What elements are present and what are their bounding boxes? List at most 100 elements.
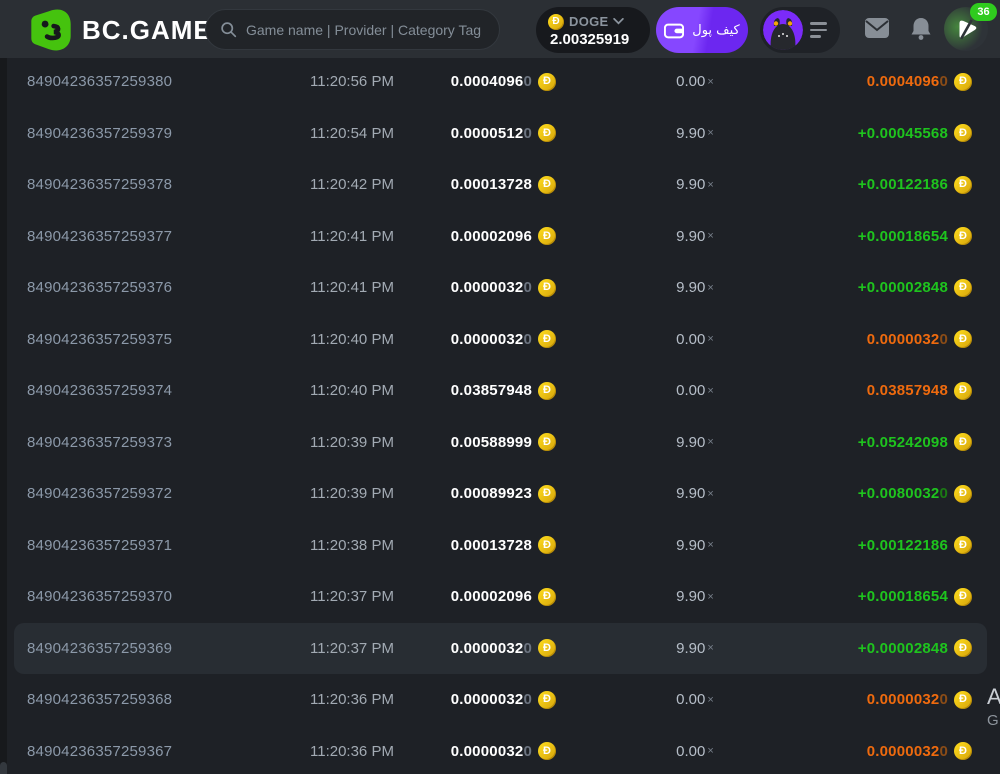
doge-coin-icon: Đ [538, 485, 556, 503]
table-row[interactable]: 84904236357259368 11:20:36 PM 0.00000320… [7, 674, 1000, 726]
wallet-button-label: كيف پول [692, 23, 739, 38]
doge-coin-icon: Đ [954, 124, 972, 142]
doge-coin-icon: Đ [538, 691, 556, 709]
doge-coin-icon: Đ [954, 588, 972, 606]
bet-payout: +0.00002848 Đ [707, 262, 972, 314]
bet-payout: 0.00000320 Đ [707, 314, 972, 366]
bet-payout: +0.00002848 Đ [707, 623, 972, 675]
bet-payout: +0.00045568 Đ [707, 108, 972, 160]
doge-coin-icon: Đ [954, 485, 972, 503]
doge-coin-icon: Đ [538, 382, 556, 400]
bet-amount: 0.00089923 Đ [347, 468, 556, 520]
bet-amount: 0.00000320 Đ [347, 674, 556, 726]
menu-icon [810, 22, 827, 38]
mail-icon[interactable] [864, 17, 890, 39]
chat-count-badge: 36 [970, 3, 997, 21]
search-placeholder: Game name | Provider | Category Tag [246, 22, 481, 38]
bet-amount: 0.00005120 Đ [347, 108, 556, 160]
doge-coin-icon: Đ [538, 433, 556, 451]
currency-code: DOGE [569, 14, 608, 29]
table-row[interactable]: 84904236357259380 11:20:56 PM 0.00040960… [7, 56, 1000, 108]
bet-id: 84904236357259378 [27, 159, 297, 211]
bet-amount: 0.00000320 Đ [347, 314, 556, 366]
doge-coin-icon: Đ [538, 124, 556, 142]
bet-id: 84904236357259370 [27, 571, 297, 623]
doge-coin-icon: Đ [538, 227, 556, 245]
table-row[interactable]: 84904236357259379 11:20:54 PM 0.00005120… [7, 108, 1000, 160]
bet-payout: 0.00040960 Đ [707, 56, 972, 108]
user-menu[interactable] [760, 7, 840, 53]
bet-id: 84904236357259374 [27, 365, 297, 417]
doge-coin-icon: Đ [538, 176, 556, 194]
table-row[interactable]: 84904236357259374 11:20:40 PM 0.03857948… [7, 365, 1000, 417]
wallet-button[interactable]: كيف پول [656, 7, 748, 53]
bet-payout: 0.00000320 Đ [707, 674, 972, 726]
bell-icon[interactable] [910, 17, 932, 41]
bcgame-logo-icon [30, 9, 72, 51]
doge-coin-icon: Đ [538, 742, 556, 760]
bet-payout: +0.00018654 Đ [707, 211, 972, 263]
bet-amount: 0.00588999 Đ [347, 417, 556, 469]
doge-coin-icon: Đ [954, 536, 972, 554]
table-row[interactable]: 84904236357259378 11:20:42 PM 0.00013728… [7, 159, 1000, 211]
doge-coin-icon: Đ [538, 330, 556, 348]
doge-coin-icon: Đ [954, 176, 972, 194]
bet-id: 84904236357259371 [27, 520, 297, 572]
clipped-overlay-text-2: G [987, 712, 999, 729]
table-row[interactable]: 84904236357259376 11:20:41 PM 0.00000320… [7, 262, 1000, 314]
doge-coin-icon: Đ [954, 433, 972, 451]
bet-payout: +0.00122186 Đ [707, 159, 972, 211]
table-row[interactable]: 84904236357259375 11:20:40 PM 0.00000320… [7, 314, 1000, 366]
search-icon [220, 21, 237, 38]
chat-button[interactable]: 36 [944, 7, 988, 51]
bet-id: 84904236357259367 [27, 726, 297, 774]
doge-coin-icon: Đ [954, 742, 972, 760]
bet-id: 84904236357259375 [27, 314, 297, 366]
wallet-icon [664, 22, 684, 39]
bet-payout: 0.03857948 Đ [707, 365, 972, 417]
bet-id: 84904236357259379 [27, 108, 297, 160]
bet-id: 84904236357259372 [27, 468, 297, 520]
table-row[interactable]: 84904236357259367 11:20:36 PM 0.00000320… [7, 726, 1000, 774]
bet-id: 84904236357259380 [27, 56, 297, 108]
bet-payout: 0.00000320 Đ [707, 726, 972, 774]
table-row[interactable]: 84904236357259371 11:20:38 PM 0.00013728… [7, 520, 1000, 572]
currency-selector[interactable]: Đ DOGE 2.00325919 [536, 7, 650, 53]
search-input[interactable]: Game name | Provider | Category Tag [205, 9, 500, 50]
currency-balance: 2.00325919 [548, 31, 640, 48]
doge-coin-icon: Đ [954, 691, 972, 709]
sidebar-edge [0, 58, 7, 774]
doge-coin-icon: Đ [548, 14, 564, 30]
doge-coin-icon: Đ [538, 279, 556, 297]
doge-coin-icon: Đ [954, 639, 972, 657]
avatar[interactable] [763, 10, 803, 50]
doge-coin-icon: Đ [538, 73, 556, 91]
bet-amount: 0.00000320 Đ [347, 623, 556, 675]
bet-payout: +0.00018654 Đ [707, 571, 972, 623]
doge-coin-icon: Đ [538, 588, 556, 606]
bet-payout: +0.00122186 Đ [707, 520, 972, 572]
bet-id: 84904236357259368 [27, 674, 297, 726]
table-row[interactable]: 84904236357259372 11:20:39 PM 0.00089923… [7, 468, 1000, 520]
table-row[interactable]: 84904236357259373 11:20:39 PM 0.00588999… [7, 417, 1000, 469]
brand-title: BC.GAME [82, 15, 212, 46]
doge-coin-icon: Đ [954, 227, 972, 245]
table-row[interactable]: 84904236357259370 11:20:37 PM 0.00002096… [7, 571, 1000, 623]
table-row[interactable]: 84904236357259377 11:20:41 PM 0.00002096… [7, 211, 1000, 263]
doge-coin-icon: Đ [538, 536, 556, 554]
bet-id: 84904236357259377 [27, 211, 297, 263]
bet-amount: 0.00013728 Đ [347, 520, 556, 572]
table-row[interactable]: 84904236357259369 11:20:37 PM 0.00000320… [7, 623, 1000, 675]
bet-amount: 0.00002096 Đ [347, 571, 556, 623]
brand-logo[interactable]: BC.GAME [30, 9, 212, 51]
top-header: BC.GAME Game name | Provider | Category … [0, 0, 1000, 58]
doge-coin-icon: Đ [954, 382, 972, 400]
doge-coin-icon: Đ [954, 330, 972, 348]
bets-table: 84904236357259380 11:20:56 PM 0.00040960… [7, 56, 1000, 774]
bet-payout: +0.00800320 Đ [707, 468, 972, 520]
chevron-down-icon [613, 18, 624, 25]
bet-amount: 0.00000320 Đ [347, 262, 556, 314]
scrollbar-thumb[interactable] [0, 762, 7, 774]
bet-payout: +0.05242098 Đ [707, 417, 972, 469]
bet-amount: 0.00040960 Đ [347, 56, 556, 108]
